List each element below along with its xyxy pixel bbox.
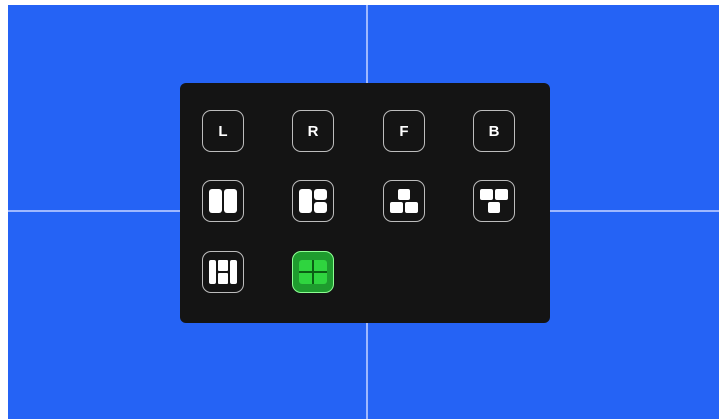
layout-quad-grid-icon (299, 260, 327, 284)
layout-one-plus-two-icon (299, 189, 327, 213)
layout-one-plus-two-button[interactable] (292, 180, 334, 222)
layout-two-columns-button[interactable] (202, 180, 244, 222)
layout-two-columns-icon (209, 189, 237, 213)
layout-three-columns-icon (209, 260, 237, 284)
view-front-button[interactable]: F (383, 110, 425, 152)
view-left-label: L (218, 122, 228, 140)
layout-one-top-two-bottom-icon (390, 189, 418, 213)
view-back-button[interactable]: B (473, 110, 515, 152)
view-left-button[interactable]: L (202, 110, 244, 152)
layout-quad-grid-button[interactable] (292, 251, 334, 293)
layout-two-top-one-bottom-icon (480, 189, 508, 213)
view-right-label: R (307, 122, 319, 140)
view-layout-panel: L R F B (180, 83, 550, 323)
view-front-label: F (399, 122, 409, 140)
view-right-button[interactable]: R (292, 110, 334, 152)
view-back-label: B (488, 122, 500, 140)
layout-two-top-one-bottom-button[interactable] (473, 180, 515, 222)
layout-three-columns-button[interactable] (202, 251, 244, 293)
layout-one-top-two-bottom-button[interactable] (383, 180, 425, 222)
